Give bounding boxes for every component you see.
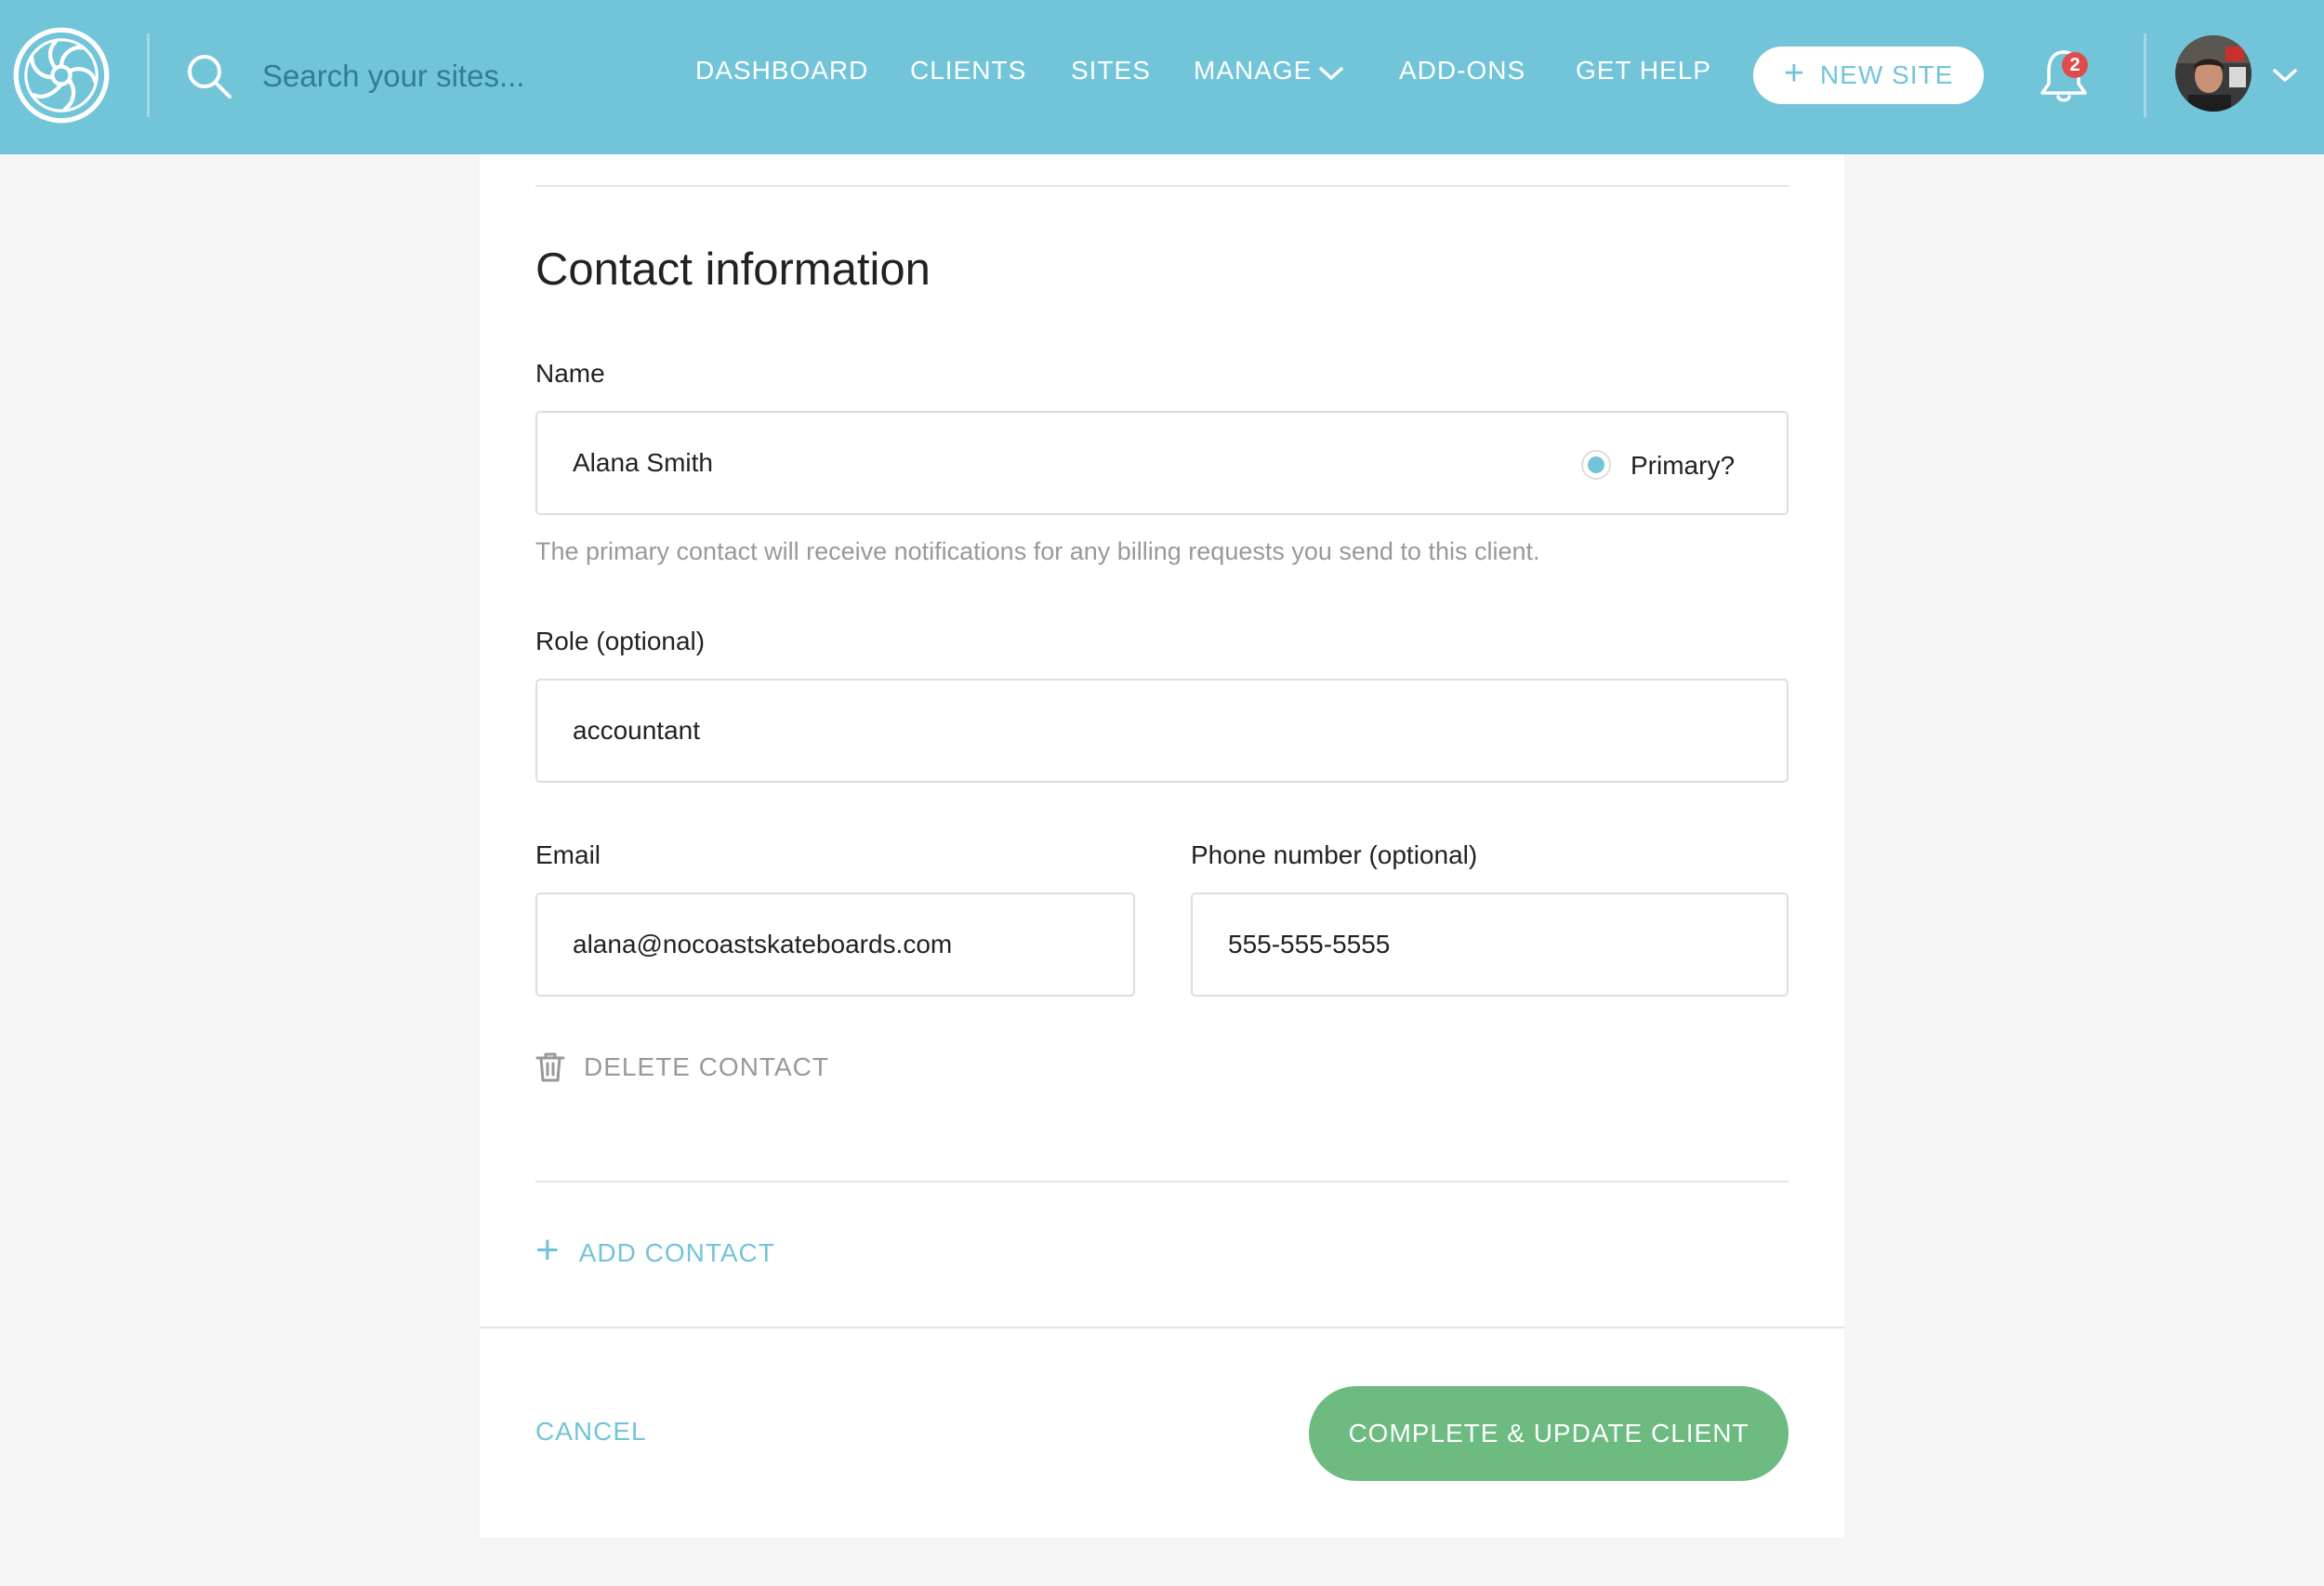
add-contact-label: ADD CONTACT [578, 1238, 775, 1267]
avatar[interactable] [2175, 35, 2251, 112]
role-input[interactable] [573, 681, 1573, 781]
primary-radio[interactable] [1581, 450, 1611, 480]
trash-icon [535, 1052, 565, 1082]
plus-icon: + [535, 1227, 561, 1273]
nav-manage[interactable]: MANAGE [1194, 56, 1312, 86]
header-divider [147, 33, 150, 117]
user-photo-icon [2175, 35, 2251, 112]
primary-label[interactable]: Primary? [1631, 451, 1735, 481]
chevron-down-icon[interactable] [2272, 67, 2298, 84]
nav-get-help[interactable]: GET HELP [1576, 56, 1711, 86]
divider [535, 1181, 1789, 1183]
name-label: Name [535, 359, 605, 388]
email-field [535, 892, 1135, 997]
role-label: Role (optional) [535, 627, 706, 655]
new-site-label: NEW SITE [1819, 60, 1954, 89]
header-divider [2144, 33, 2146, 117]
radio-selected-dot [1588, 456, 1604, 473]
complete-update-client-label: COMPLETE & UPDATE CLIENT [1348, 1419, 1750, 1447]
complete-update-client-button[interactable]: COMPLETE & UPDATE CLIENT [1309, 1386, 1789, 1481]
phone-field [1191, 892, 1789, 997]
section-title: Contact information [535, 245, 931, 295]
client-form-card [480, 154, 1844, 1538]
add-contact-button[interactable]: + ADD CONTACT [535, 1230, 775, 1271]
footer-divider [480, 1327, 1844, 1328]
new-site-button[interactable]: + NEW SITE [1753, 46, 1984, 104]
search-icon[interactable] [185, 52, 233, 100]
email-input[interactable] [573, 894, 1050, 995]
top-navigation-bar: DASHBOARD CLIENTS SITES MANAGE ADD-ONS G… [0, 0, 2324, 154]
divider [535, 185, 1789, 187]
nav-dashboard[interactable]: DASHBOARD [695, 56, 868, 86]
nav-add-ons[interactable]: ADD-ONS [1399, 56, 1525, 86]
delete-contact-label: DELETE CONTACT [584, 1052, 829, 1081]
search-input[interactable] [262, 50, 634, 102]
nav-clients[interactable]: CLIENTS [910, 56, 1026, 86]
flywheel-logo-icon[interactable] [12, 26, 111, 125]
name-input[interactable] [573, 413, 1573, 513]
notification-badge: 2 [2062, 52, 2088, 78]
plus-icon: + [1783, 54, 1805, 93]
cancel-button[interactable]: CANCEL [535, 1417, 647, 1447]
chevron-down-icon[interactable] [1318, 65, 1344, 82]
phone-input[interactable] [1228, 894, 1704, 995]
primary-help-text: The primary contact will receive notific… [535, 537, 1540, 565]
nav-sites[interactable]: SITES [1071, 56, 1151, 86]
role-field [535, 679, 1789, 783]
phone-label: Phone number (optional) [1191, 840, 1478, 869]
email-label: Email [535, 840, 601, 869]
delete-contact-button[interactable]: DELETE CONTACT [535, 1051, 829, 1083]
